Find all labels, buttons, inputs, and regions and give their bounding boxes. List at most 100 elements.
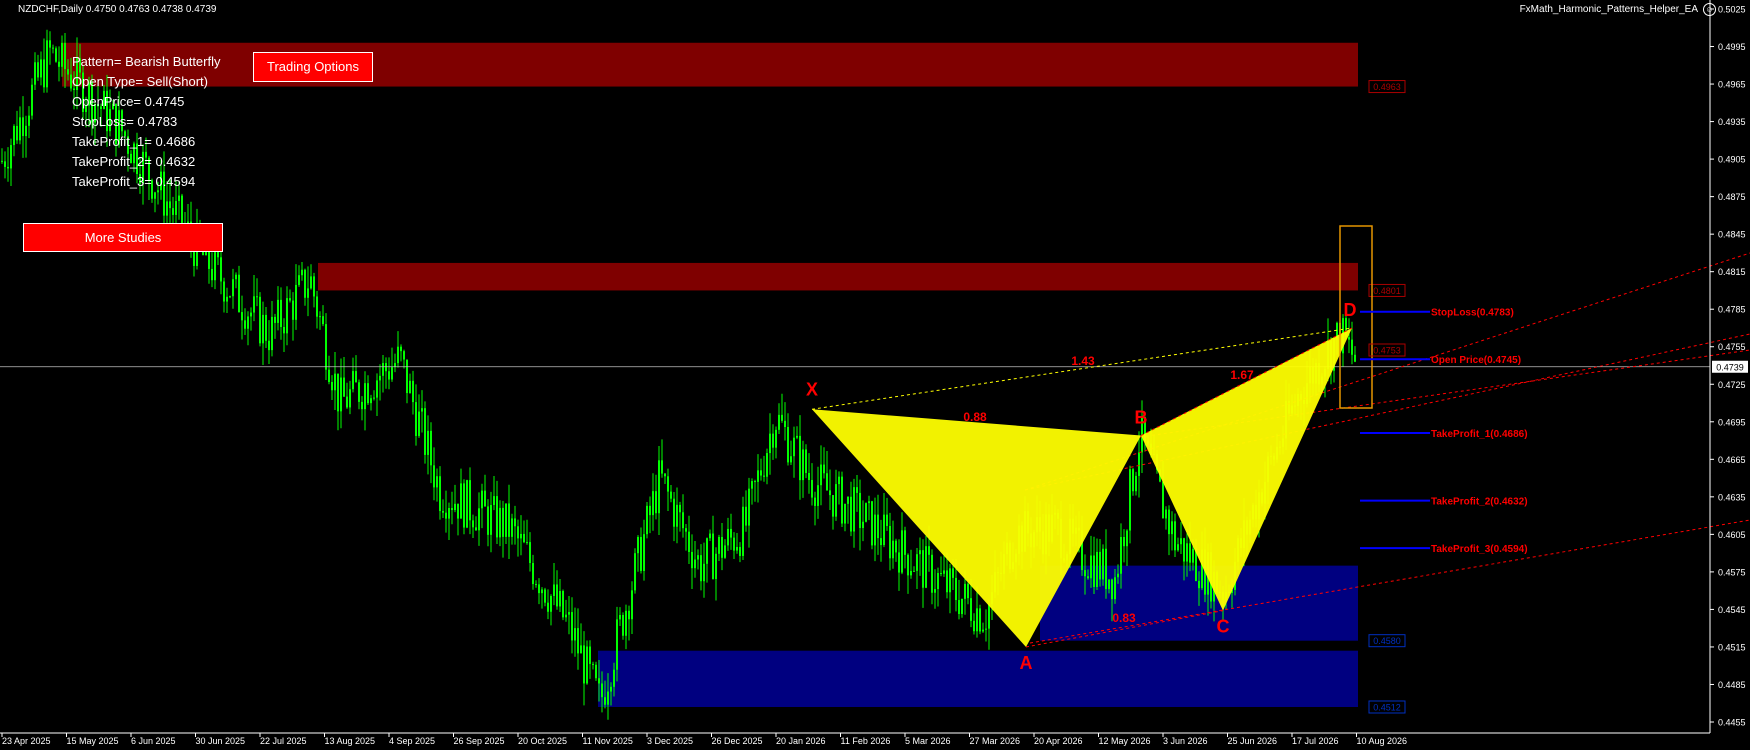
candle-body <box>895 540 897 553</box>
candle-body <box>937 573 939 590</box>
candle-body <box>835 484 837 517</box>
candle-body <box>301 269 303 276</box>
candle-body <box>541 589 543 594</box>
candle-body <box>883 514 885 546</box>
candle-body <box>757 470 759 482</box>
trade-level-label: StopLoss(0.4783) <box>1431 308 1514 319</box>
time-tick-label: 11 Nov 2025 <box>583 736 633 746</box>
candle-body <box>751 481 753 489</box>
candle-body <box>376 380 378 398</box>
candle-body <box>820 464 822 486</box>
price-tick-label: 0.4695 <box>1718 417 1746 427</box>
time-tick-label: 22 Jul 2025 <box>260 736 307 746</box>
candle-body <box>154 192 156 199</box>
candle-body <box>316 296 318 317</box>
candle-body <box>361 401 363 410</box>
candle-body <box>718 536 720 554</box>
time-tick-label: 13 Aug 2025 <box>325 736 376 746</box>
candle-body <box>697 555 699 560</box>
candle-body <box>829 490 831 496</box>
candle-body <box>934 589 936 593</box>
time-tick-label: 26 Dec 2025 <box>712 736 763 746</box>
candle-body <box>364 383 366 410</box>
candle-body <box>454 503 456 511</box>
candle-body <box>619 614 621 620</box>
candle-body <box>289 298 291 301</box>
candle-body <box>13 125 15 146</box>
candle-body <box>961 598 963 614</box>
candle-body <box>328 369 330 382</box>
smiley-icon[interactable]: ☺ <box>1703 3 1716 16</box>
price-tick-label: 0.4875 <box>1718 192 1746 202</box>
time-tick-label: 27 Mar 2026 <box>970 736 1021 746</box>
candle-body <box>766 453 768 477</box>
candle-body <box>466 480 468 528</box>
candle-body <box>373 397 375 399</box>
candle-body <box>550 595 552 612</box>
candle-body <box>688 531 690 552</box>
trading-options-button[interactable]: Trading Options <box>253 52 373 82</box>
pattern-point-B: B <box>1135 408 1148 428</box>
candle-body <box>259 296 261 344</box>
candle-body <box>781 414 783 421</box>
price-chart[interactable]: 0.4963 0.4801 0.4580 0.4512 X A B C D 0.88 1.43 1.6… <box>0 0 1750 750</box>
price-tick-label: 0.4515 <box>1718 642 1746 652</box>
price-tick-label: 0.4935 <box>1718 117 1746 127</box>
candle-body <box>754 481 756 483</box>
candle-body <box>988 604 990 629</box>
candle-body <box>223 281 225 302</box>
candle-body <box>451 508 453 511</box>
candle-body <box>811 480 813 498</box>
time-tick-label: 6 Jun 2025 <box>131 736 176 746</box>
trade-level-label: Open Price(0.4745) <box>1431 355 1521 366</box>
candle-body <box>463 483 465 528</box>
candle-body <box>22 117 24 137</box>
candle-body <box>640 536 642 571</box>
candle-body <box>850 496 852 532</box>
candle-body <box>985 628 987 630</box>
time-tick-label: 25 Jun 2026 <box>1228 736 1278 746</box>
current-price-label: 0.4739 <box>1716 362 1744 372</box>
zone-label: 0.4801 <box>1373 286 1401 296</box>
candle-body <box>358 382 360 402</box>
candle-body <box>1090 555 1092 579</box>
candle-body <box>1171 521 1173 535</box>
pattern-point-D: D <box>1344 300 1357 320</box>
candle-body <box>1186 543 1188 562</box>
candle-body <box>667 476 669 492</box>
candle-body <box>502 507 504 537</box>
candle-body <box>784 420 786 427</box>
price-tick-label: 0.4845 <box>1718 230 1746 240</box>
candle-body <box>931 554 933 593</box>
candle-body <box>700 555 702 582</box>
price-tick-label: 0.4965 <box>1718 80 1746 90</box>
candle-body <box>745 506 747 526</box>
candle-body <box>874 514 876 546</box>
candle-body <box>724 545 726 558</box>
candle-body <box>169 201 171 209</box>
candle-body <box>880 538 882 546</box>
more-studies-button[interactable]: More Studies <box>23 223 223 252</box>
candle-body <box>964 583 966 599</box>
candle-body <box>1084 570 1086 577</box>
candle-body <box>172 208 174 215</box>
candle-body <box>406 359 408 394</box>
candle-body <box>538 584 540 594</box>
time-tick-label: 17 Jul 2026 <box>1292 736 1339 746</box>
candle-body <box>790 456 792 463</box>
ea-name-label: FxMath_Harmonic_Patterns_Helper_EA <box>1519 4 1698 15</box>
candle-body <box>838 476 840 485</box>
candle-body <box>1165 509 1167 519</box>
candle-body <box>793 437 795 457</box>
candle-body <box>1123 536 1125 547</box>
candle-body <box>928 546 930 555</box>
candle-body <box>292 300 294 320</box>
candle-body <box>1168 509 1170 535</box>
time-tick-label: 5 Mar 2026 <box>905 736 951 746</box>
candle-body <box>682 512 684 529</box>
candle-body <box>4 161 6 167</box>
candle-body <box>586 646 588 684</box>
candle-body <box>343 377 345 397</box>
candle-body <box>322 316 324 325</box>
candle-body <box>55 48 57 62</box>
